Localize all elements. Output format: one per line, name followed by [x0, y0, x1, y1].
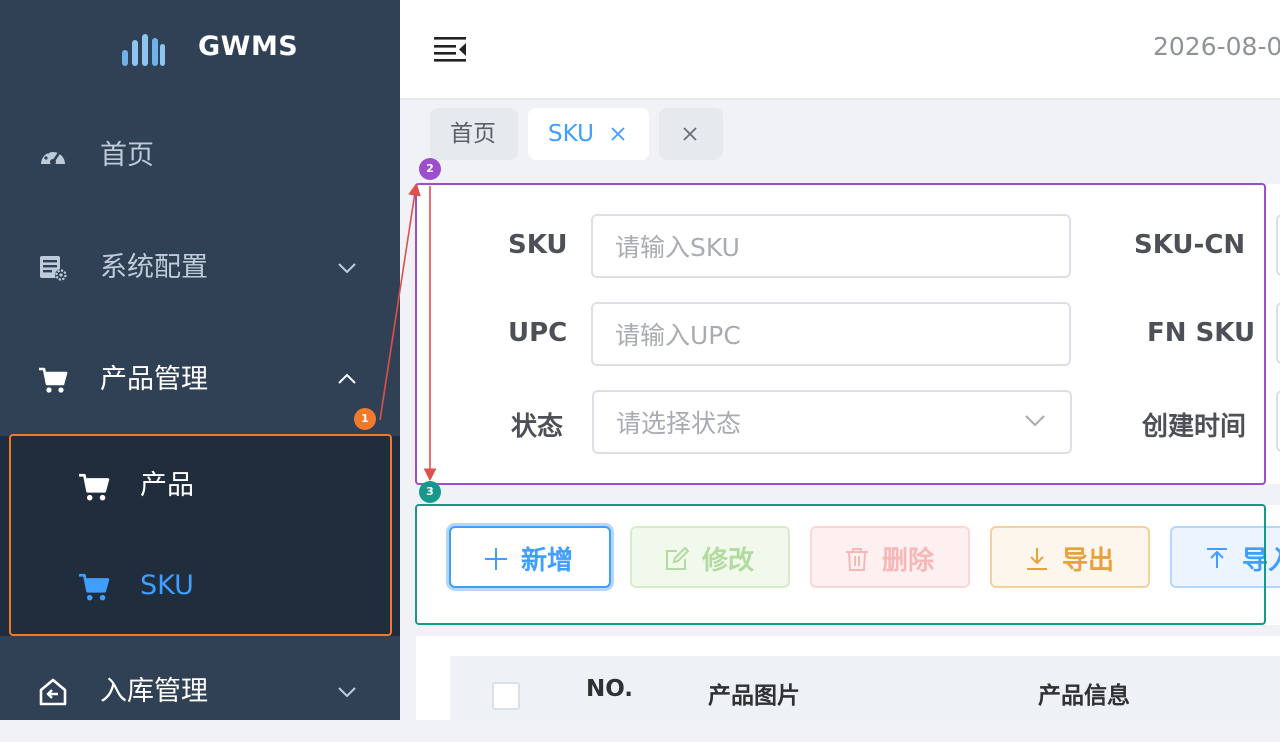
- sidebar-item-product-management[interactable]: 产品管理: [0, 330, 400, 430]
- tags-view: 首页 SKU: [400, 100, 1280, 170]
- created-time-picker[interactable]: [1276, 390, 1280, 452]
- column-header-product-image: 产品图片: [708, 683, 800, 709]
- inbound-icon: [39, 678, 67, 706]
- tag-close-others[interactable]: [659, 108, 723, 160]
- collapse-menu-icon[interactable]: [432, 34, 468, 64]
- table-header: NO. 产品图片 产品信息: [450, 656, 1280, 720]
- chevron-down-icon: [338, 263, 356, 274]
- logo-text: GWMS: [198, 31, 299, 62]
- sidebar-item-label: 首页: [100, 140, 154, 171]
- annotation-box-1: [9, 434, 392, 636]
- fnsku-input[interactable]: [1276, 302, 1280, 364]
- skucn-input[interactable]: [1276, 214, 1280, 276]
- tag-home[interactable]: 首页: [430, 108, 518, 160]
- close-icon[interactable]: [682, 126, 698, 142]
- chevron-down-icon: [338, 687, 356, 698]
- tag-label: SKU: [548, 121, 594, 147]
- annotation-badge-1: 1: [354, 408, 376, 430]
- column-header-no: NO.: [586, 676, 634, 702]
- annotation-badge-2: 2: [419, 158, 441, 180]
- tag-sku[interactable]: SKU: [528, 108, 649, 160]
- logo[interactable]: GWMS: [0, 0, 400, 100]
- select-all-checkbox[interactable]: [492, 682, 520, 710]
- column-header-product-info: 产品信息: [1038, 683, 1130, 709]
- sidebar-item-label: 系统配置: [100, 252, 208, 283]
- sidebar-item-label: 入库管理: [100, 676, 208, 707]
- annotation-badge-3: 3: [419, 481, 441, 503]
- navbar: 2026-08-0: [400, 0, 1280, 100]
- dashboard-icon: [41, 148, 65, 165]
- tag-label: 首页: [450, 121, 496, 147]
- chevron-up-icon: [338, 373, 356, 384]
- sidebar-item-home[interactable]: 首页: [0, 106, 400, 206]
- datetime: 2026-08-0: [1153, 32, 1280, 61]
- annotation-box-3: [415, 504, 1266, 625]
- sidebar-item-system-config[interactable]: 系统配置: [0, 218, 400, 318]
- annotation-box-2: [415, 183, 1266, 485]
- cart-icon: [39, 367, 68, 393]
- sidebar-item-label: 产品管理: [100, 364, 208, 395]
- close-icon[interactable]: [610, 126, 626, 142]
- sidebar-item-inbound[interactable]: 入库管理: [0, 642, 400, 742]
- logo-icon: [122, 34, 165, 66]
- settings-icon: [40, 256, 67, 281]
